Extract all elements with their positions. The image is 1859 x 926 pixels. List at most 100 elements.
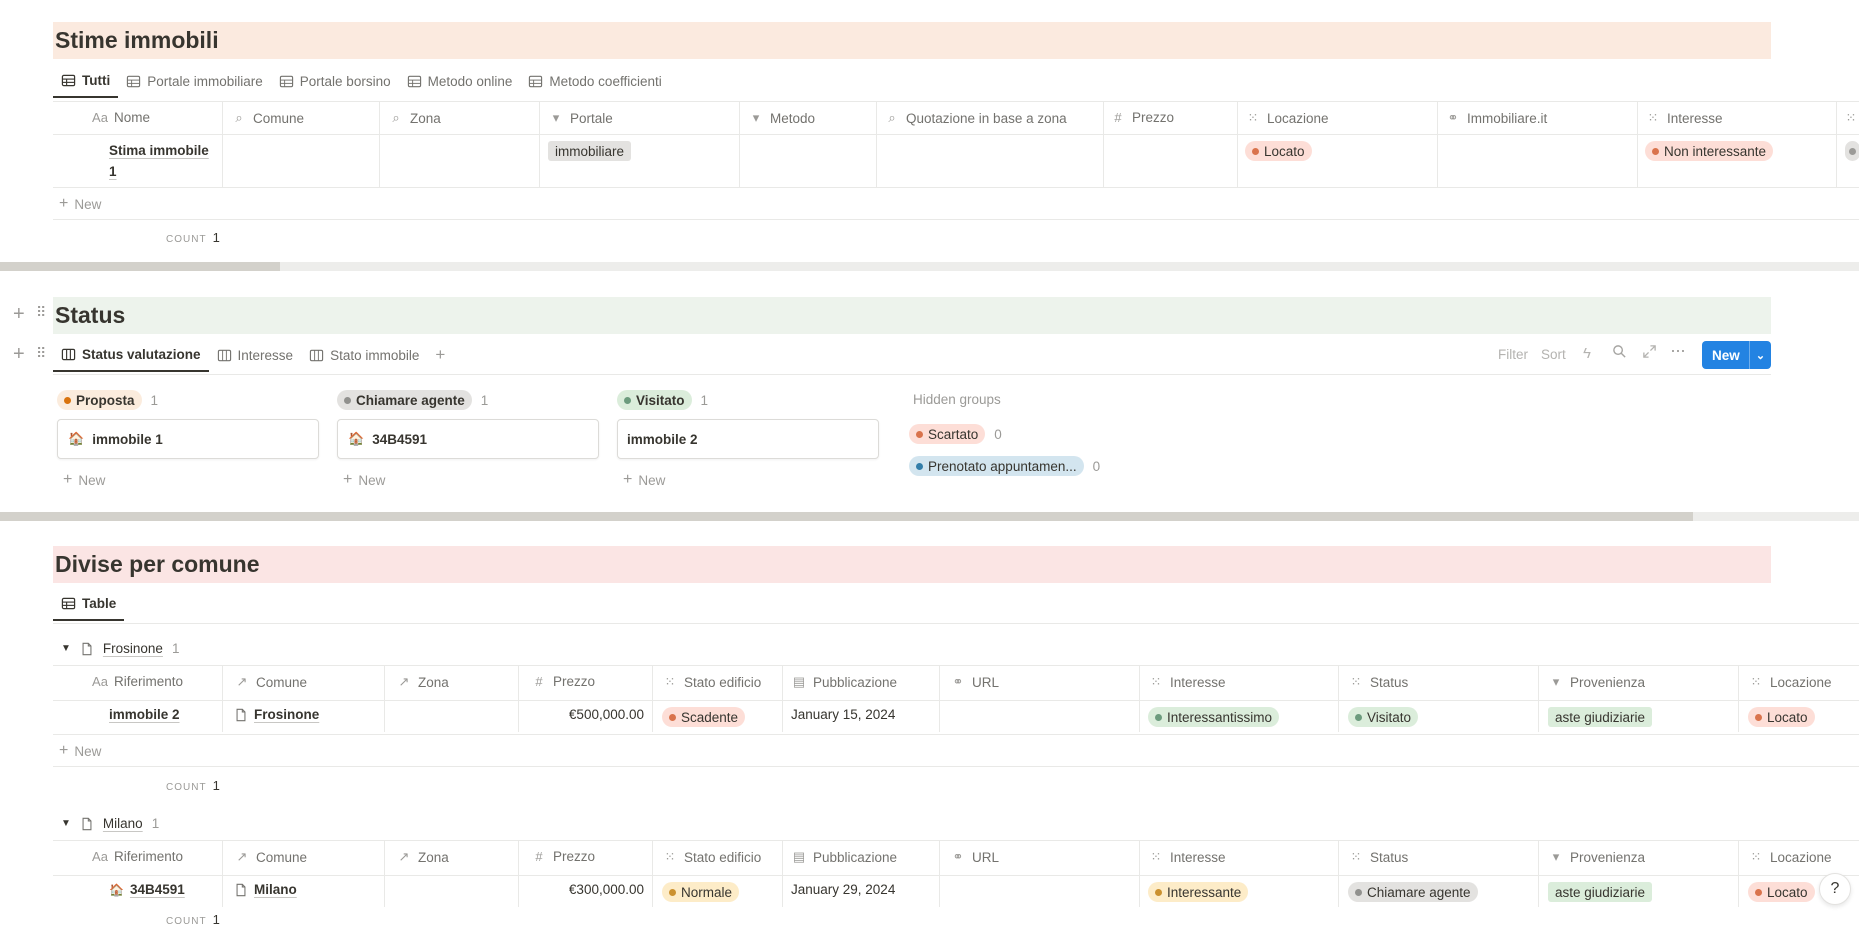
tab-table[interactable]: Table: [53, 587, 125, 621]
hidden-group-scartato[interactable]: Scartato 0: [909, 424, 1002, 444]
tab-status-valutazione[interactable]: Status valutazione: [53, 338, 209, 372]
column-header-prezzo[interactable]: # Prezzo: [531, 849, 595, 864]
prezzo-cell[interactable]: €300,000.00: [518, 882, 644, 897]
column-header-riferimento[interactable]: Aa Riferimento: [92, 849, 183, 864]
column-header-comune[interactable]: ↗ Comune: [234, 849, 307, 865]
status-cell[interactable]: Chiamare agente: [1348, 882, 1478, 902]
table-row-name-cell[interactable]: Stima immobile 1: [109, 140, 209, 182]
prezzo-cell[interactable]: €500,000.00: [518, 707, 644, 722]
sort-button[interactable]: Sort: [1541, 347, 1566, 362]
tab-tutti[interactable]: Tutti: [53, 64, 119, 98]
column-header-quotazione[interactable]: ⌕ Quotazione in base a zona: [884, 110, 1066, 126]
stato-edificio-cell[interactable]: Scadente: [662, 707, 746, 727]
column-header-immobiliare-it[interactable]: ⚭ Immobiliare.it: [1445, 110, 1548, 126]
pubblicazione-cell[interactable]: January 29, 2024: [791, 882, 895, 897]
automation-icon[interactable]: ϟ: [1583, 345, 1591, 362]
column-header-prezzo[interactable]: # Prezzo: [1110, 110, 1174, 125]
drag-handle-icon[interactable]: ⠿: [36, 304, 46, 321]
scrollbar-thumb[interactable]: [0, 262, 280, 271]
stato-edificio-cell[interactable]: Normale: [662, 882, 740, 902]
provenienza-cell[interactable]: aste giudiziarie: [1548, 882, 1653, 902]
locazione-cell[interactable]: Locato: [1748, 707, 1815, 727]
provenienza-cell[interactable]: aste giudiziarie: [1548, 707, 1653, 727]
board-card[interactable]: immobile 2: [617, 419, 879, 459]
interesse-cell[interactable]: Interessantissimo: [1148, 707, 1280, 727]
board-card[interactable]: 🏠 34B4591: [337, 419, 599, 459]
table-group-frosinone[interactable]: ▼ Frosinone 1: [61, 641, 179, 656]
search-icon[interactable]: [1612, 344, 1627, 362]
column-label: Comune: [253, 110, 305, 126]
riferimento-cell[interactable]: 🏠 34B4591: [109, 882, 185, 897]
board-new-button[interactable]: + New: [343, 471, 385, 489]
column-header-status[interactable]: ⁙ Status: [1348, 674, 1409, 690]
hidden-group-prenotato[interactable]: Prenotato appuntamen... 0: [909, 456, 1100, 476]
chevron-down-icon[interactable]: ⌄: [1750, 349, 1771, 362]
column-header-portale[interactable]: ▾ Portale: [548, 110, 613, 126]
tab-interesse[interactable]: Interesse: [209, 338, 302, 372]
interesse-cell[interactable]: Interessante: [1148, 882, 1249, 902]
column-header-more[interactable]: ⁙: [1843, 110, 1859, 126]
locazione-cell[interactable]: Locato: [1245, 141, 1312, 161]
column-header-stato-edificio[interactable]: ⁙ Stato edificio: [662, 674, 762, 690]
more-options-icon[interactable]: ···: [1670, 340, 1686, 361]
table-group-milano[interactable]: ▼ Milano 1: [61, 816, 159, 831]
column-header-pubblicazione[interactable]: ▤ Pubblicazione: [791, 849, 897, 865]
interesse-cell[interactable]: Non interessante: [1645, 141, 1774, 161]
column-header-metodo[interactable]: ▾ Metodo: [748, 110, 815, 126]
comune-cell[interactable]: Frosinone: [234, 707, 319, 722]
tab-portale-borsino[interactable]: Portale borsino: [271, 64, 399, 98]
horizontal-scrollbar[interactable]: [0, 512, 1859, 521]
drag-handle-icon[interactable]: ⠿: [36, 345, 46, 362]
toggle-triangle-icon[interactable]: ▼: [61, 818, 71, 829]
column-header-comune[interactable]: ⌕ Comune: [231, 110, 304, 126]
new-button[interactable]: New ⌄: [1702, 341, 1771, 369]
status-cell[interactable]: Visitato: [1348, 707, 1419, 727]
board-group-chiamare-agente[interactable]: Chiamare agente 1: [337, 390, 488, 410]
column-header-interesse[interactable]: ⁙ Interesse: [1645, 110, 1723, 126]
new-row-button[interactable]: + New: [59, 742, 101, 760]
add-block-icon[interactable]: +: [13, 343, 25, 366]
portale-cell[interactable]: immobiliare: [548, 141, 632, 161]
board-group-proposta[interactable]: Proposta 1: [57, 390, 158, 410]
filter-button[interactable]: Filter: [1498, 347, 1528, 362]
column-header-provenienza[interactable]: ▾ Provenienza: [1548, 849, 1645, 865]
tab-portale-immobiliare[interactable]: Portale immobiliare: [118, 64, 271, 98]
toggle-triangle-icon[interactable]: ▼: [61, 643, 71, 654]
column-header-url[interactable]: ⚭ URL: [950, 674, 999, 690]
scrollbar-thumb[interactable]: [0, 512, 1693, 521]
expand-icon[interactable]: [1642, 344, 1657, 362]
column-header-zona[interactable]: ⌕ Zona: [388, 110, 440, 126]
column-header-locazione[interactable]: ⁙ Locazione: [1245, 110, 1329, 126]
board-group-visitato[interactable]: Visitato 1: [617, 390, 708, 410]
comune-cell[interactable]: Milano: [234, 882, 297, 897]
board-new-button[interactable]: + New: [623, 471, 665, 489]
tab-stato-immobile[interactable]: Stato immobile: [301, 338, 427, 372]
locazione-cell[interactable]: Locato: [1748, 882, 1815, 902]
column-header-prezzo[interactable]: # Prezzo: [531, 674, 595, 689]
tab-metodo-online[interactable]: Metodo online: [399, 64, 521, 98]
tab-metodo-coefficienti[interactable]: Metodo coefficienti: [520, 64, 669, 98]
add-block-icon[interactable]: +: [13, 303, 25, 326]
column-header-zona[interactable]: ↗ Zona: [396, 849, 449, 865]
column-header-zona[interactable]: ↗ Zona: [396, 674, 449, 690]
column-header-nome[interactable]: Aa Nome: [92, 110, 150, 125]
board-card[interactable]: 🏠 immobile 1: [57, 419, 319, 459]
help-button[interactable]: ?: [1819, 873, 1851, 905]
column-header-locazione[interactable]: ⁙ Locazione: [1748, 849, 1832, 865]
new-row-button[interactable]: + New: [59, 195, 101, 213]
column-header-status[interactable]: ⁙ Status: [1348, 849, 1409, 865]
board-new-button[interactable]: + New: [63, 471, 105, 489]
column-header-interesse[interactable]: ⁙ Interesse: [1148, 849, 1226, 865]
column-header-provenienza[interactable]: ▾ Provenienza: [1548, 674, 1645, 690]
horizontal-scrollbar[interactable]: [0, 262, 1859, 271]
column-header-locazione[interactable]: ⁙ Locazione: [1748, 674, 1832, 690]
column-header-comune[interactable]: ↗ Comune: [234, 674, 307, 690]
column-header-stato-edificio[interactable]: ⁙ Stato edificio: [662, 849, 762, 865]
column-header-riferimento[interactable]: Aa Riferimento: [92, 674, 183, 689]
column-header-interesse[interactable]: ⁙ Interesse: [1148, 674, 1226, 690]
add-view-button[interactable]: +: [427, 338, 453, 372]
column-header-url[interactable]: ⚭ URL: [950, 849, 999, 865]
pubblicazione-cell[interactable]: January 15, 2024: [791, 707, 895, 722]
riferimento-cell[interactable]: immobile 2: [109, 707, 180, 722]
column-header-pubblicazione[interactable]: ▤ Pubblicazione: [791, 674, 897, 690]
